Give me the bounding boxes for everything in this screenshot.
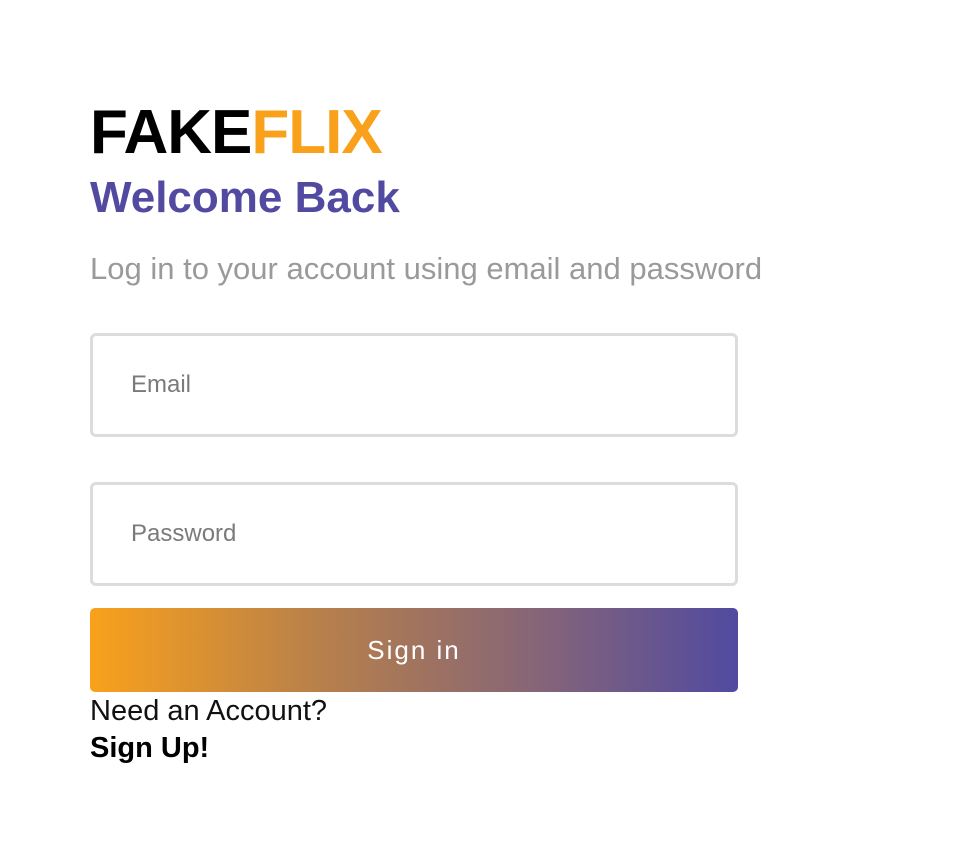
fakeflix-logo: FAKEFLIX: [90, 98, 383, 168]
email-field-container: [90, 333, 738, 437]
need-account-text: Need an Account?: [90, 695, 328, 727]
logo-part-fake: FAKE: [90, 98, 252, 167]
password-field-container: [90, 482, 738, 586]
page-title: Welcome Back: [90, 173, 400, 222]
page-subtitle: Log in to your account using email and p…: [90, 251, 763, 286]
logo-part-flix: FLIX: [251, 98, 382, 167]
email-field[interactable]: [93, 336, 735, 434]
sign-in-button[interactable]: Sign in: [90, 608, 738, 692]
password-field[interactable]: [93, 485, 735, 583]
login-page: FAKEFLIX Welcome Back Log in to your acc…: [0, 0, 979, 857]
sign-up-link[interactable]: Sign Up!: [90, 731, 209, 765]
